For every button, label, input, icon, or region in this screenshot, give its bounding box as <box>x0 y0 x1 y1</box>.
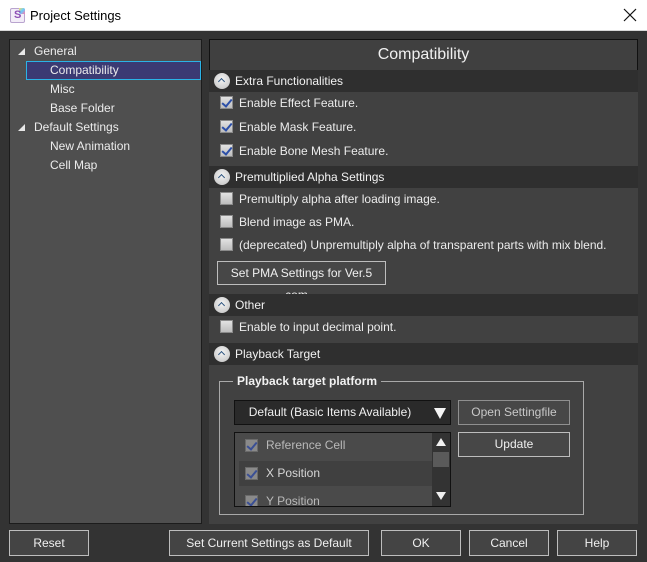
group-label: Playback target platform <box>233 374 382 388</box>
close-button[interactable] <box>619 4 641 26</box>
dropdown-arrow-icon <box>434 408 446 419</box>
scroll-thumb[interactable] <box>433 452 449 467</box>
list-item-y-position[interactable]: Y Position <box>239 489 433 507</box>
tree-item-misc[interactable]: Misc <box>10 80 201 99</box>
option-label: Enable Mask Feature. <box>239 120 357 134</box>
playback-target-group: Playback target platform Default (Basic … <box>219 374 584 515</box>
settings-content: Compatibility Extra Functionalities Enab… <box>209 39 638 524</box>
close-icon <box>623 8 637 22</box>
option-label: Enable Bone Mesh Feature. <box>239 144 389 158</box>
option-enable-effect[interactable]: Enable Effect Feature. <box>209 93 638 113</box>
section-header-extra-functionalities[interactable]: Extra Functionalities <box>209 70 638 92</box>
list-item-label: X Position <box>266 466 321 480</box>
option-enable-bone-mesh[interactable]: Enable Bone Mesh Feature. <box>209 141 638 161</box>
set-pma-settings-button[interactable]: Set PMA Settings for Ver.5 com... <box>217 261 386 302</box>
list-scrollbar[interactable] <box>432 433 450 506</box>
collapse-toggle-icon[interactable] <box>214 169 230 185</box>
checkbox[interactable] <box>220 215 233 228</box>
playback-platform-dropdown[interactable]: Default (Basic Items Available) <box>234 400 451 425</box>
option-unpremultiply-deprecated[interactable]: (deprecated) Unpremultiply alpha of tran… <box>209 235 638 255</box>
tree-item-default-settings[interactable]: Default Settings <box>10 118 201 137</box>
tree-item-label: General <box>34 44 77 58</box>
settings-tree: General Compatibility Misc Base Folder D… <box>9 39 202 524</box>
cancel-button[interactable]: Cancel <box>469 530 549 556</box>
tree-item-label: Base Folder <box>50 101 115 115</box>
section-label: Playback Target <box>235 347 321 361</box>
tree-item-cell-map[interactable]: Cell Map <box>10 156 201 175</box>
expand-arrow-icon[interactable] <box>18 124 25 131</box>
collapse-toggle-icon[interactable] <box>214 346 230 362</box>
checkbox[interactable] <box>220 144 233 157</box>
section-header-playback-target[interactable]: Playback Target <box>209 343 638 365</box>
app-icon-letter: S <box>14 9 22 21</box>
tree-item-compatibility[interactable]: Compatibility <box>26 61 201 80</box>
tree-item-label: New Animation <box>50 139 131 153</box>
checkbox[interactable] <box>220 96 233 109</box>
option-label: Enable to input decimal point. <box>239 320 397 334</box>
section-label: Extra Functionalities <box>235 74 344 88</box>
reset-button[interactable]: Reset <box>9 530 89 556</box>
scroll-up-arrow-icon[interactable] <box>436 438 446 446</box>
list-item-reference-cell[interactable]: Reference Cell <box>239 433 433 458</box>
checkbox[interactable] <box>220 192 233 205</box>
section-label: Other <box>235 298 266 312</box>
tree-item-label: Cell Map <box>50 158 98 172</box>
expand-arrow-icon[interactable] <box>18 48 25 55</box>
option-premultiply-after-loading[interactable]: Premultiply alpha after loading image. <box>209 189 638 209</box>
scroll-down-arrow-icon[interactable] <box>436 492 446 500</box>
checkbox[interactable] <box>245 467 258 480</box>
option-label: (deprecated) Unpremultiply alpha of tran… <box>239 238 607 252</box>
option-enable-mask[interactable]: Enable Mask Feature. <box>209 117 638 137</box>
tree-item-general[interactable]: General <box>10 42 201 61</box>
page-title: Compatibility <box>209 39 638 70</box>
option-label: Enable Effect Feature. <box>239 96 359 110</box>
checkbox[interactable] <box>220 238 233 251</box>
checkbox[interactable] <box>220 320 233 333</box>
checkbox[interactable] <box>245 495 258 506</box>
section-label: Premultiplied Alpha Settings <box>235 170 385 184</box>
title-bar: S Project Settings <box>0 0 647 31</box>
open-settingfile-button[interactable]: Open Settingfile <box>458 400 570 425</box>
help-button[interactable]: Help <box>557 530 637 556</box>
dialog-body: General Compatibility Misc Base Folder D… <box>0 31 647 562</box>
playback-items-list[interactable]: Reference Cell X Position Y Position <box>234 432 451 507</box>
list-item-x-position[interactable]: X Position <box>239 461 433 486</box>
tree-item-label: Misc <box>50 82 75 96</box>
section-header-premultiplied-alpha[interactable]: Premultiplied Alpha Settings <box>209 166 638 188</box>
option-decimal-point[interactable]: Enable to input decimal point. <box>209 317 638 337</box>
ok-button[interactable]: OK <box>381 530 461 556</box>
list-item-label: Reference Cell <box>266 438 346 452</box>
list-item-label: Y Position <box>266 494 320 507</box>
set-default-button[interactable]: Set Current Settings as Default <box>169 530 369 556</box>
collapse-toggle-icon[interactable] <box>214 297 230 313</box>
tree-item-new-animation[interactable]: New Animation <box>10 137 201 156</box>
section-header-other[interactable]: Other <box>209 294 638 316</box>
collapse-toggle-icon[interactable] <box>214 73 230 89</box>
option-label: Blend image as PMA. <box>239 215 355 229</box>
option-label: Premultiply alpha after loading image. <box>239 192 440 206</box>
dropdown-value: Default (Basic Items Available) <box>248 405 412 419</box>
tree-item-label: Compatibility <box>50 63 119 77</box>
window-title: Project Settings <box>30 8 122 23</box>
tree-item-base-folder[interactable]: Base Folder <box>10 99 201 118</box>
tree-item-label: Default Settings <box>34 120 119 134</box>
option-blend-as-pma[interactable]: Blend image as PMA. <box>209 212 638 232</box>
app-icon: S <box>10 8 25 23</box>
update-button[interactable]: Update <box>458 432 570 457</box>
checkbox[interactable] <box>245 439 258 452</box>
checkbox[interactable] <box>220 120 233 133</box>
